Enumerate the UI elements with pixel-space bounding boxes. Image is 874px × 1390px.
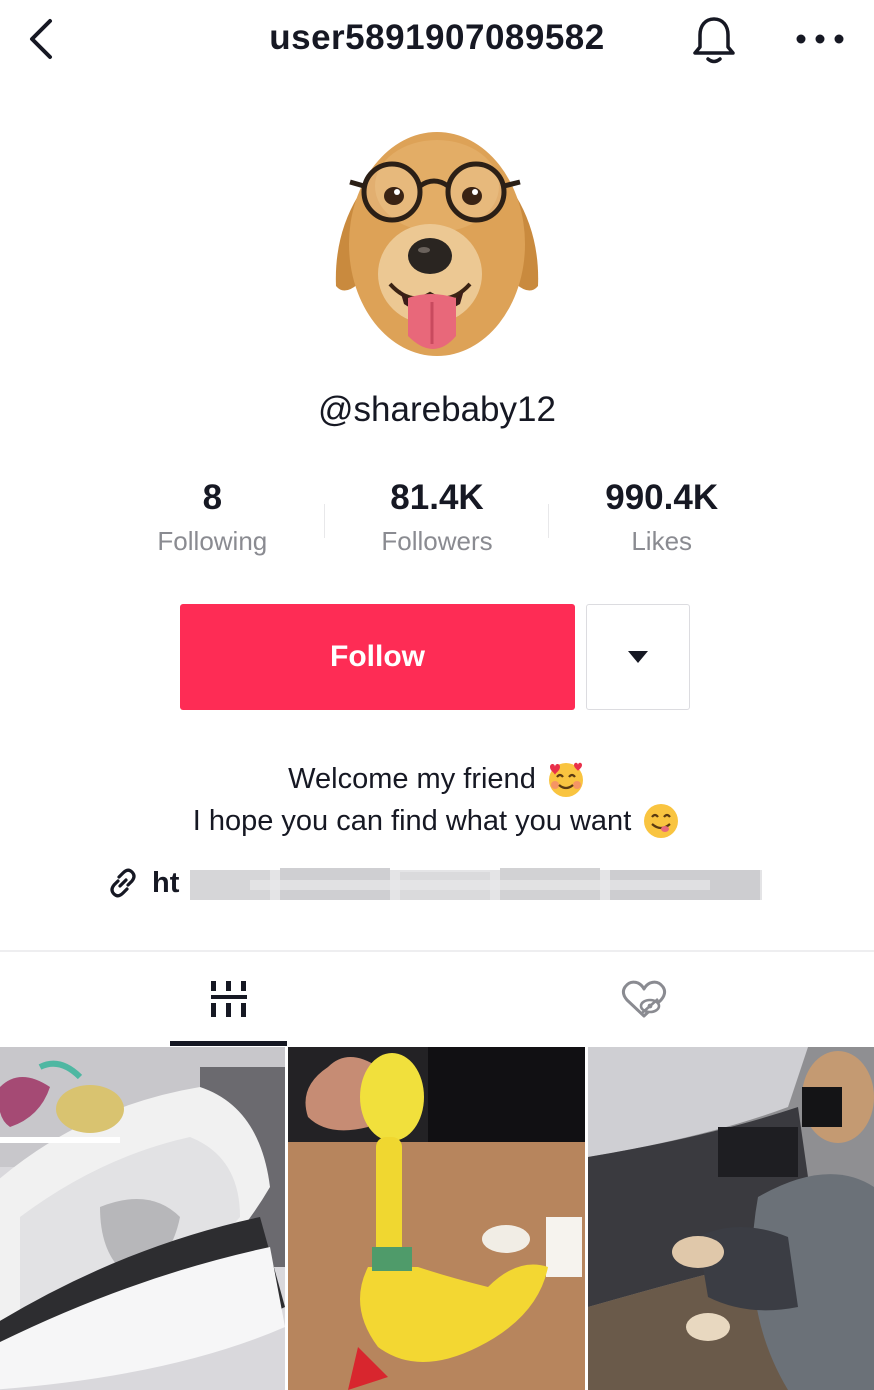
bio-link[interactable]: ht xyxy=(106,862,762,904)
tab-liked[interactable] xyxy=(585,952,702,1046)
bio-text-line1: Welcome my friend xyxy=(288,763,536,795)
following-label: Following xyxy=(157,526,268,556)
suggested-accounts-button[interactable] xyxy=(586,604,690,710)
bio-line: I hope you can find what you want xyxy=(0,800,874,842)
followers-count: 81.4K xyxy=(390,478,484,517)
tab-videos[interactable] xyxy=(170,952,287,1046)
page-title: user5891907089582 xyxy=(269,18,605,57)
more-horizontal-icon xyxy=(796,34,844,44)
link-text[interactable]: ht xyxy=(152,867,179,900)
likes-count: 990.4K xyxy=(605,478,719,517)
stat-followers[interactable]: 81.4K Followers xyxy=(325,474,550,574)
link-icon xyxy=(110,868,136,898)
liked-private-icon xyxy=(621,980,666,1018)
video-thumbnail[interactable] xyxy=(288,1047,585,1390)
yum-face-icon xyxy=(644,804,679,838)
bell-icon xyxy=(693,17,735,64)
stat-divider xyxy=(324,504,325,538)
avatar[interactable] xyxy=(330,126,544,364)
profile-bio: Welcome my friend I hope you can find wh… xyxy=(0,758,874,842)
baby-rocker-thumbnail-image xyxy=(0,1047,285,1390)
more-options-button[interactable] xyxy=(788,16,852,62)
tabs-divider xyxy=(0,950,874,952)
chevron-left-icon xyxy=(30,19,52,59)
caret-down-icon xyxy=(628,651,648,663)
grid-icon xyxy=(210,981,247,1017)
smiling-face-with-hearts-icon xyxy=(548,762,583,797)
video-thumbnail[interactable] xyxy=(588,1047,874,1390)
stat-following[interactable]: 8 Following xyxy=(100,474,325,574)
notifications-button[interactable] xyxy=(686,12,742,68)
chicken-toy-thumbnail-image xyxy=(288,1047,585,1390)
stat-divider xyxy=(548,504,549,538)
likes-label: Likes xyxy=(631,526,693,556)
profile-stats: 8 Following 81.4K Followers 990.4K Likes xyxy=(100,474,774,574)
stat-likes[interactable]: 990.4K Likes xyxy=(549,474,774,574)
following-count: 8 xyxy=(202,478,223,517)
video-thumbnail[interactable] xyxy=(0,1047,285,1390)
top-bar: user5891907089582 xyxy=(0,0,874,84)
active-tab-indicator xyxy=(170,1041,287,1046)
follow-button[interactable]: Follow xyxy=(180,604,575,710)
profile-handle: @sharebaby12 xyxy=(318,390,556,429)
back-button[interactable] xyxy=(18,14,64,64)
bio-text-line2: I hope you can find what you want xyxy=(192,805,632,837)
blurred-link-redaction xyxy=(190,868,762,900)
car-interior-thumbnail-image xyxy=(588,1047,874,1390)
dog-avatar-image xyxy=(335,132,539,356)
bio-line: Welcome my friend xyxy=(0,758,874,800)
followers-label: Followers xyxy=(381,526,493,556)
